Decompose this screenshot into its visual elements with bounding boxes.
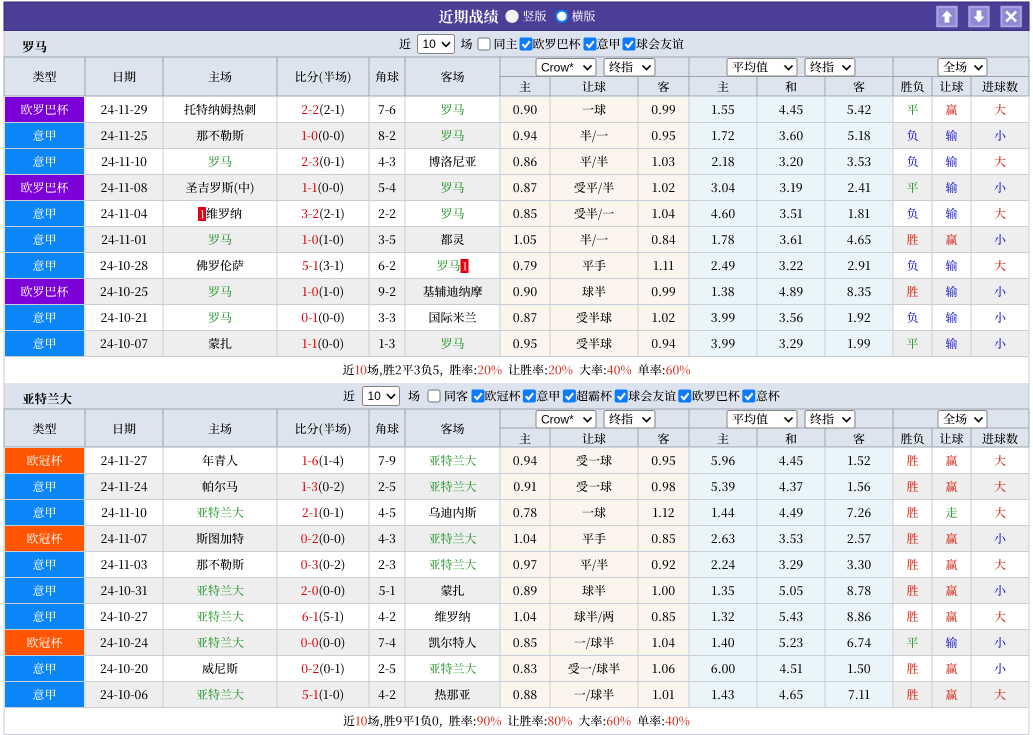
svg-text:Crow*: Crow* <box>541 60 574 74</box>
svg-text:10: 10 <box>368 389 382 403</box>
svg-text:10: 10 <box>423 37 437 51</box>
svg-text:Crow*: Crow* <box>541 412 574 426</box>
